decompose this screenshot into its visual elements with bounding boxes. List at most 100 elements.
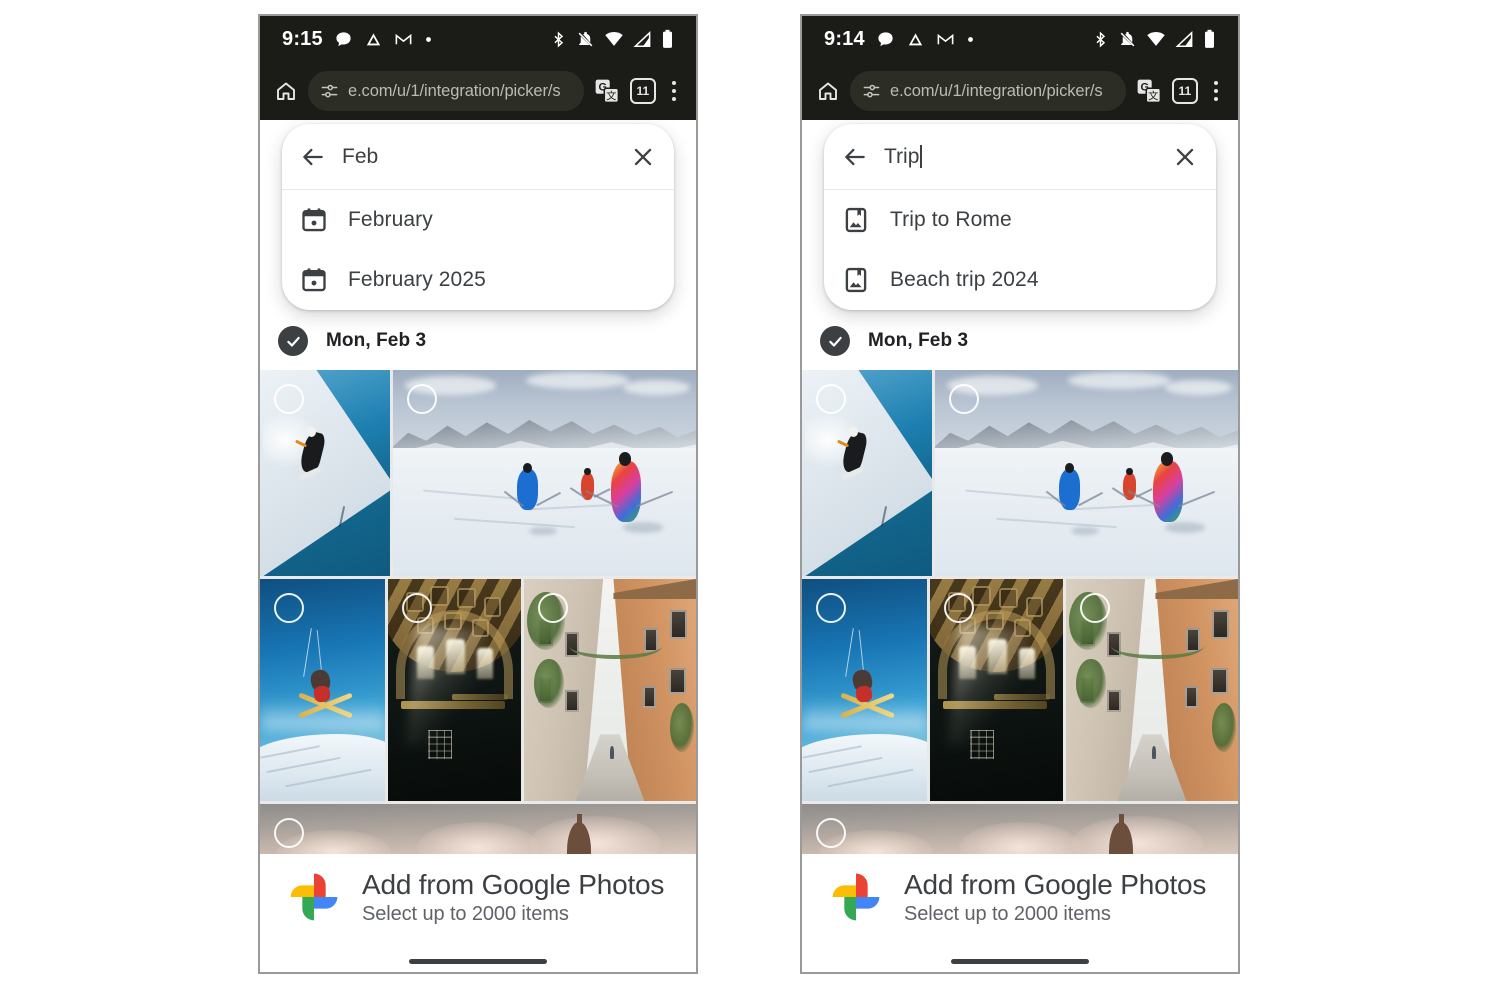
photo-select-circle[interactable] (538, 593, 568, 623)
photo-select-circle[interactable] (816, 818, 846, 848)
search-bar[interactable]: Trip (824, 124, 1216, 190)
picker-app-body: Mon, Feb 3 Trip Trip to Rome Beach trip … (802, 120, 1238, 972)
search-bar[interactable]: Feb (282, 124, 674, 190)
dot-icon (425, 36, 431, 42)
calendar-icon (302, 208, 326, 232)
omnibox-url: e.com/u/1/integration/picker/s (890, 81, 1103, 100)
photo-ski-panorama[interactable] (934, 370, 1238, 576)
photo-select-circle[interactable] (406, 384, 437, 414)
album-icon (845, 207, 867, 233)
photo-select-circle[interactable] (401, 593, 432, 623)
text-cursor (920, 145, 922, 168)
date-section-header: Mon, Feb 3 (260, 312, 696, 370)
date-label: Mon, Feb 3 (326, 330, 427, 351)
chat-bubble-icon (336, 31, 351, 46)
photo-rome-alley[interactable] (1066, 579, 1238, 801)
gmail-icon (937, 33, 954, 44)
chat-bubble-icon (878, 31, 893, 46)
photo-skier-on-slope[interactable] (260, 370, 390, 576)
tab-count-button[interactable]: 11 (1171, 78, 1198, 104)
date-section-header: Mon, Feb 3 (802, 312, 1238, 370)
omnibox[interactable]: e.com/u/1/integration/picker/s (308, 71, 584, 111)
omnibox[interactable]: e.com/u/1/integration/picker/s (850, 71, 1126, 111)
photo-grid-row (260, 579, 696, 801)
sheet-subtitle: Select up to 2000 items (362, 903, 569, 926)
ringer-muted-icon (578, 31, 593, 46)
battery-icon (663, 29, 672, 48)
svg-text:文: 文 (606, 89, 616, 102)
photo-select-circle[interactable] (816, 384, 846, 414)
check-icon (828, 336, 842, 347)
search-input[interactable]: Trip (884, 145, 1156, 169)
photo-skier-on-slope[interactable] (802, 370, 932, 576)
date-label: Mon, Feb 3 (868, 330, 969, 351)
search-suggestion-item[interactable]: February (282, 190, 674, 250)
gmail-icon (395, 33, 412, 44)
google-photos-logo (290, 873, 338, 921)
svg-text:文: 文 (1148, 89, 1158, 102)
cellular-signal-icon (1175, 30, 1193, 47)
photo-select-circle[interactable] (943, 593, 974, 623)
bottom-action-sheet: Add from Google Photos Select up to 2000… (802, 854, 1238, 972)
status-bar-right (550, 29, 674, 49)
home-icon[interactable] (816, 79, 840, 103)
kebab-menu-icon[interactable] (666, 79, 682, 103)
photo-select-circle[interactable] (816, 593, 846, 623)
tune-icon[interactable] (320, 82, 339, 101)
ringer-muted-icon (1120, 31, 1135, 46)
tune-icon[interactable] (862, 82, 881, 101)
photo-rome-alley[interactable] (524, 579, 696, 801)
wifi-icon (605, 31, 623, 46)
home-indicator[interactable] (409, 959, 547, 964)
photo-grid-row (802, 579, 1238, 801)
close-icon[interactable] (630, 144, 656, 170)
photo-select-circle[interactable] (274, 593, 304, 623)
search-suggestion-item[interactable]: Beach trip 2024 (824, 250, 1216, 310)
photo-select-circle[interactable] (1080, 593, 1110, 623)
photo-ski-panorama[interactable] (392, 370, 696, 576)
photo-skier-jumping[interactable] (260, 579, 385, 801)
back-arrow-icon[interactable] (300, 144, 326, 170)
home-indicator[interactable] (951, 959, 1089, 964)
picker-app-body: Mon, Feb 3 Feb February February 2025 Ad… (260, 120, 696, 972)
sheet-title: Add from Google Photos (362, 869, 665, 900)
suggestion-label: February (348, 208, 433, 231)
select-all-day-checkbox[interactable] (278, 326, 308, 356)
photo-basilica-interior[interactable] (929, 579, 1063, 801)
photo-grid-row (802, 370, 1238, 576)
search-input[interactable]: Feb (342, 145, 614, 169)
status-bar-left: 9:14 (824, 28, 975, 51)
battery-icon (1205, 29, 1214, 48)
kebab-menu-icon[interactable] (1208, 79, 1224, 103)
photo-select-circle[interactable] (274, 818, 304, 848)
photo-skier-jumping[interactable] (802, 579, 927, 801)
browser-toolbar: e.com/u/1/integration/picker/s G文 11 (802, 62, 1238, 120)
search-suggestions-card: Feb February February 2025 (282, 124, 674, 310)
photo-thumbnail (934, 370, 1238, 576)
calendar-icon (302, 268, 326, 292)
wifi-icon (1147, 31, 1165, 46)
suggestion-label: Trip to Rome (890, 208, 1012, 231)
google-translate-icon[interactable]: G文 (594, 78, 620, 104)
photo-thumbnail (392, 370, 696, 576)
close-icon[interactable] (1172, 144, 1198, 170)
search-suggestion-item[interactable]: Trip to Rome (824, 190, 1216, 250)
search-suggestion-item[interactable]: February 2025 (282, 250, 674, 310)
select-all-day-checkbox[interactable] (820, 326, 850, 356)
sheet-text-block: Add from Google Photos Select up to 2000… (904, 868, 1206, 926)
phone-left: 9:15 e.com/u/1/integration/picker/s G文 1… (258, 14, 698, 974)
phone-right: 9:14 e.com/u/1/integration/picker/s G文 1… (800, 14, 1240, 974)
photo-select-circle[interactable] (274, 384, 304, 414)
photo-select-circle[interactable] (948, 384, 979, 414)
sheet-content: Add from Google Photos Select up to 2000… (802, 854, 1238, 926)
google-translate-icon[interactable]: G文 (1136, 78, 1162, 104)
home-assistant-icon (366, 32, 380, 45)
tab-count-button[interactable]: 11 (629, 78, 656, 104)
photo-basilica-interior[interactable] (387, 579, 521, 801)
suggestion-label: Beach trip 2024 (890, 268, 1039, 291)
home-icon[interactable] (274, 79, 298, 103)
back-arrow-icon[interactable] (842, 144, 868, 170)
status-bar-right (1092, 29, 1216, 49)
album-icon (845, 267, 867, 293)
search-input-value: Trip (884, 144, 920, 168)
